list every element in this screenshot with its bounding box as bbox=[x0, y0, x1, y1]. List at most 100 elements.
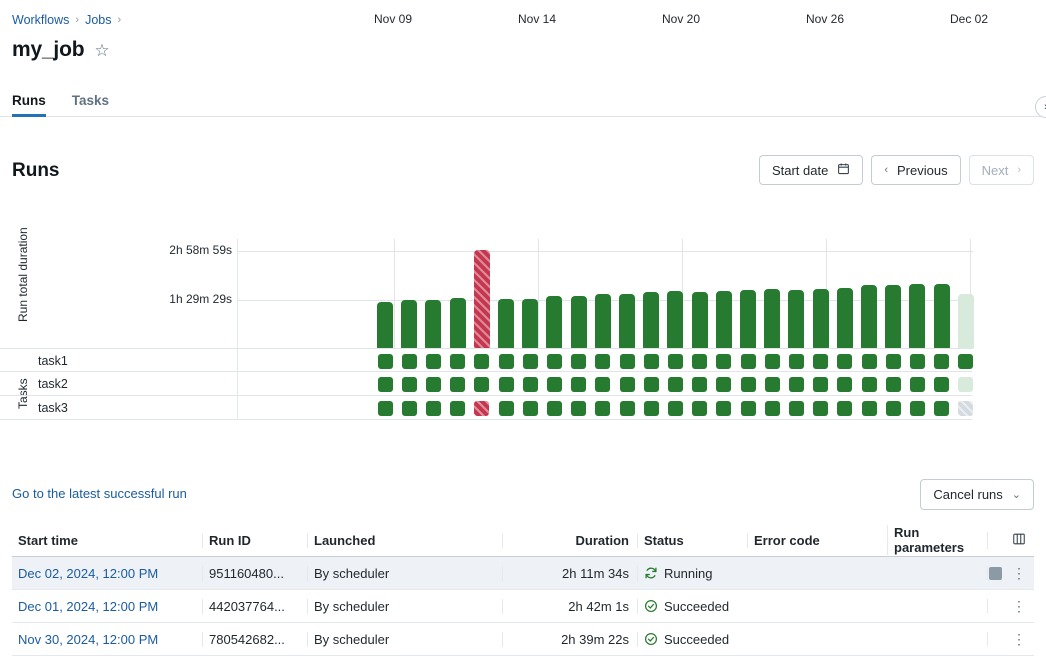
task-run-cell[interactable] bbox=[426, 377, 441, 392]
task-run-cell[interactable] bbox=[571, 377, 586, 392]
chart-bar[interactable] bbox=[716, 291, 732, 349]
task-run-cell[interactable] bbox=[547, 401, 562, 416]
chart-bar[interactable] bbox=[498, 299, 514, 349]
task-run-cell[interactable] bbox=[426, 401, 441, 416]
next-button[interactable]: Next › bbox=[969, 155, 1034, 185]
task-run-cell[interactable] bbox=[813, 354, 828, 369]
task-run-cell[interactable] bbox=[620, 377, 635, 392]
task-run-cell[interactable] bbox=[378, 401, 393, 416]
task-run-cell[interactable] bbox=[910, 354, 925, 369]
star-icon[interactable]: ☆ bbox=[94, 42, 109, 59]
column-header-run-parameters[interactable]: Run parameters bbox=[887, 525, 987, 555]
task-run-cell[interactable] bbox=[741, 401, 756, 416]
tab-tasks[interactable]: Tasks bbox=[72, 84, 109, 117]
task-run-cell[interactable] bbox=[499, 354, 514, 369]
breadcrumb-item-workflows[interactable]: Workflows bbox=[12, 13, 69, 27]
chart-bar[interactable] bbox=[909, 284, 925, 349]
task-run-cell[interactable] bbox=[716, 401, 731, 416]
task-run-cell[interactable] bbox=[765, 354, 780, 369]
row-menu-kebab-icon[interactable]: ⋮ bbox=[1012, 632, 1026, 646]
task-run-cell[interactable] bbox=[402, 354, 417, 369]
chart-bar[interactable] bbox=[813, 289, 829, 350]
task-run-cell[interactable] bbox=[837, 354, 852, 369]
task-run-cell[interactable] bbox=[547, 354, 562, 369]
column-header-status[interactable]: Status bbox=[637, 533, 747, 548]
task-run-cell[interactable] bbox=[934, 354, 949, 369]
task-run-cell[interactable] bbox=[474, 377, 489, 392]
task-run-cell[interactable] bbox=[716, 377, 731, 392]
task-run-cell[interactable] bbox=[789, 354, 804, 369]
task-run-cell[interactable] bbox=[765, 377, 780, 392]
breadcrumb-item-jobs[interactable]: Jobs bbox=[85, 13, 111, 27]
task-run-cell[interactable] bbox=[910, 377, 925, 392]
task-run-cell[interactable] bbox=[571, 354, 586, 369]
chart-bar[interactable] bbox=[861, 285, 877, 349]
task-run-cell[interactable] bbox=[547, 377, 562, 392]
chart-bar[interactable] bbox=[837, 288, 853, 349]
table-row[interactable]: Nov 30, 2024, 12:00 PM780542682...By sch… bbox=[12, 623, 1034, 656]
task-run-cell[interactable] bbox=[620, 354, 635, 369]
task-run-cell[interactable] bbox=[765, 401, 780, 416]
task-run-cell[interactable] bbox=[499, 377, 514, 392]
task-run-cell[interactable] bbox=[450, 354, 465, 369]
chart-bar[interactable] bbox=[474, 250, 490, 349]
chart-bar[interactable] bbox=[377, 302, 393, 349]
task-run-cell[interactable] bbox=[837, 377, 852, 392]
task-run-cell[interactable] bbox=[571, 401, 586, 416]
cell-start-time[interactable]: Nov 30, 2024, 12:00 PM bbox=[12, 632, 202, 647]
chart-bar[interactable] bbox=[425, 300, 441, 349]
start-date-button[interactable]: Start date bbox=[759, 155, 863, 185]
task-run-cell[interactable] bbox=[886, 377, 901, 392]
task-run-cell[interactable] bbox=[595, 354, 610, 369]
task-run-cell[interactable] bbox=[692, 377, 707, 392]
column-header-error-code[interactable]: Error code bbox=[747, 533, 887, 548]
chart-bar[interactable] bbox=[667, 291, 683, 349]
task-run-cell[interactable] bbox=[958, 354, 973, 369]
column-header-run-id[interactable]: Run ID bbox=[202, 533, 307, 548]
chart-bar[interactable] bbox=[571, 296, 587, 349]
task-run-cell[interactable] bbox=[886, 354, 901, 369]
previous-button[interactable]: ‹ Previous bbox=[871, 155, 960, 185]
task-run-cell[interactable] bbox=[741, 377, 756, 392]
task-run-cell[interactable] bbox=[450, 401, 465, 416]
chart-bar[interactable] bbox=[958, 294, 974, 349]
chart-bar[interactable] bbox=[450, 298, 466, 349]
columns-settings-icon[interactable] bbox=[1012, 532, 1026, 549]
stop-run-button[interactable] bbox=[989, 567, 1002, 580]
chart-bar[interactable] bbox=[643, 292, 659, 349]
task-run-cell[interactable] bbox=[620, 401, 635, 416]
chart-bar[interactable] bbox=[934, 284, 950, 349]
task-run-cell[interactable] bbox=[934, 401, 949, 416]
task-run-cell[interactable] bbox=[644, 401, 659, 416]
task-run-cell[interactable] bbox=[837, 401, 852, 416]
task-run-cell[interactable] bbox=[789, 377, 804, 392]
task-run-cell[interactable] bbox=[474, 401, 489, 416]
column-header-launched[interactable]: Launched bbox=[307, 533, 502, 548]
row-menu-kebab-icon[interactable]: ⋮ bbox=[1012, 599, 1026, 613]
task-run-cell[interactable] bbox=[595, 377, 610, 392]
task-run-cell[interactable] bbox=[886, 401, 901, 416]
task-run-cell[interactable] bbox=[523, 401, 538, 416]
chart-bar[interactable] bbox=[522, 299, 538, 349]
table-row[interactable]: Dec 02, 2024, 12:00 PM951160480...By sch… bbox=[12, 557, 1034, 590]
task-run-cell[interactable] bbox=[450, 377, 465, 392]
chart-bar[interactable] bbox=[619, 294, 635, 349]
task-run-cell[interactable] bbox=[692, 354, 707, 369]
tab-runs[interactable]: Runs bbox=[12, 84, 46, 117]
task-run-cell[interactable] bbox=[716, 354, 731, 369]
task-run-cell[interactable] bbox=[934, 377, 949, 392]
task-run-cell[interactable] bbox=[523, 377, 538, 392]
task-run-cell[interactable] bbox=[402, 401, 417, 416]
chart-bar[interactable] bbox=[764, 289, 780, 349]
cell-start-time[interactable]: Dec 02, 2024, 12:00 PM bbox=[12, 566, 202, 581]
task-run-cell[interactable] bbox=[862, 354, 877, 369]
task-run-cell[interactable] bbox=[378, 354, 393, 369]
chart-bar[interactable] bbox=[401, 300, 417, 349]
task-run-cell[interactable] bbox=[813, 401, 828, 416]
task-run-cell[interactable] bbox=[958, 377, 973, 392]
task-run-cell[interactable] bbox=[595, 401, 610, 416]
chart-bar[interactable] bbox=[595, 294, 611, 349]
latest-successful-run-link[interactable]: Go to the latest successful run bbox=[12, 486, 187, 501]
task-run-cell[interactable] bbox=[644, 377, 659, 392]
chart-bar[interactable] bbox=[885, 285, 901, 349]
